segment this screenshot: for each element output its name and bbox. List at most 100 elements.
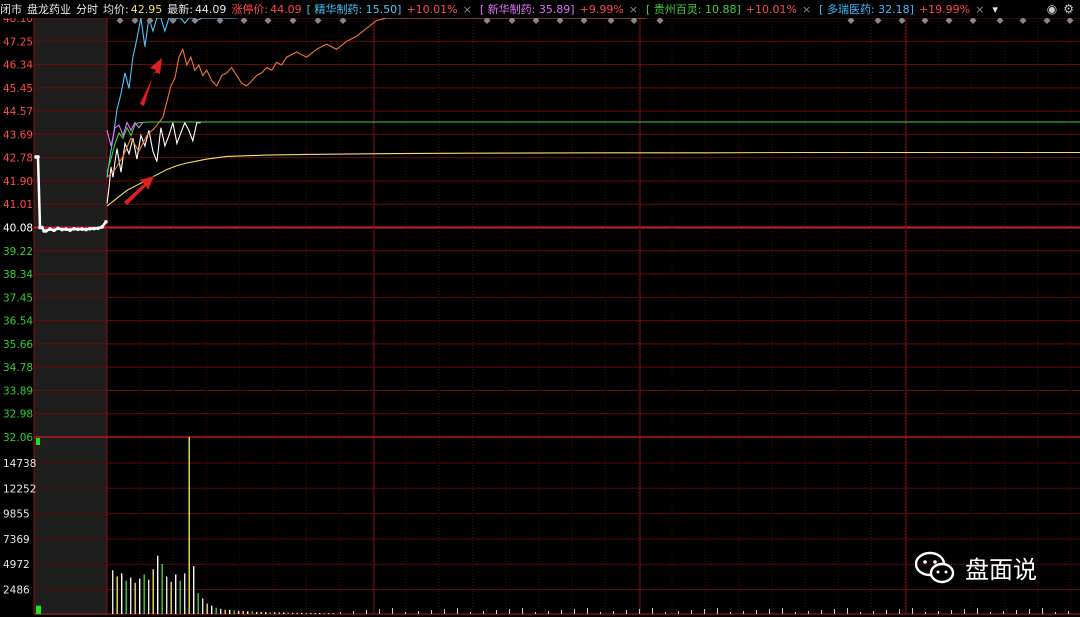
intraday-chart[interactable]: 48.1047.2546.3445.4544.5743.6942.7841.90… [0,0,1080,617]
volume-bar [301,612,303,614]
volume-bar-small [951,610,952,614]
wechat-icon [915,551,955,583]
compare-stock-4-pct: +19.99% [918,2,971,16]
volume-bar-small [769,609,770,614]
volume-bars [36,437,1069,614]
volume-bar-small [795,612,796,614]
volume-bar-small [756,610,757,614]
volume-bar-small [1029,609,1030,614]
compare-stock-3-pct: +10.01% [745,2,797,16]
preopen-auction-point [88,227,92,231]
preopen-auction-point [40,225,44,230]
compare-stock-4-close-icon[interactable]: × [975,3,984,16]
compare-stock-1-pct: +10.01% [406,2,458,16]
volume-bar [184,573,186,614]
volume-bar [260,611,262,614]
price-tick-label: 44.57 [3,106,33,118]
red-arrow-lower [124,176,154,205]
compare-stock-1[interactable]: [ 精华制药: 15.50] [307,1,402,17]
price-tick-label: 37.45 [3,292,33,304]
compare-stock-1-close-icon[interactable]: × [463,3,472,16]
volume-bar [287,612,289,614]
volume-bar [296,612,298,614]
volume-bar-small [639,609,640,614]
preopen-volume-bar [36,605,41,614]
volume-bar-small [340,612,341,614]
volume-bar-small [353,611,354,614]
volume-bar [211,605,213,614]
volume-bar-small [691,610,692,614]
red-arrow-upper [140,58,162,106]
stock-name[interactable]: 盘龙药业 [27,1,71,17]
price-tick-label: 38.34 [3,269,33,281]
series-line-avg-1 [106,151,1080,207]
volume-bar [310,612,312,614]
volume-bar-small [379,609,380,614]
volume-bar-small [535,612,536,614]
mode-label[interactable]: 分时 [76,1,98,17]
volume-bar [152,569,154,614]
price-tick-label: 41.01 [3,199,33,211]
volume-bar [112,570,114,614]
volume-bar-small [834,609,835,614]
compare-stock-3[interactable]: [ 贵州百灵: 10.88] [646,1,741,17]
volume-bar [215,607,217,614]
price-axis: 48.1047.2546.3445.4544.5743.6942.7841.90… [3,13,33,444]
volume-bar [202,598,204,614]
gear-icon[interactable]: ⚙ [1063,2,1074,16]
volume-bar-small [899,609,900,614]
compare-stock-4[interactable]: [ 多瑞医药: 32.18] [819,1,914,17]
price-tick-label: 33.89 [3,385,33,397]
volume-bar [179,580,181,614]
volume-bar [148,579,150,614]
volume-bar-small [821,610,822,614]
preopen-area [34,18,107,615]
preopen-auction-point [80,227,84,231]
volume-bar [332,613,334,614]
volume-bar-small [678,611,679,614]
compare-stock-2-close-icon[interactable]: × [629,3,638,16]
volume-bar [247,611,249,614]
volume-bar-small [574,609,575,614]
volume-bar [269,612,271,614]
price-tick-label: 39.22 [3,246,33,258]
volume-bar-small [665,612,666,614]
volume-bar-small [925,612,926,614]
volume-bar-small [626,610,627,614]
volume-tick-label: 9855 [3,509,30,521]
compare-stock-3-close-icon[interactable]: × [802,3,811,16]
price-tick-label: 34.78 [3,362,33,374]
volume-bar-small [483,611,484,614]
volume-bar [197,593,199,614]
volume-bar-small [912,608,913,614]
volume-bar [242,610,244,614]
preopen-auction-point [104,219,108,224]
volume-bar-small [1068,611,1069,614]
eye-icon[interactable]: ◉ [1047,2,1057,16]
volume-bar [188,437,190,614]
volume-bar-small [392,608,393,614]
price-tick-label: 46.34 [3,60,33,72]
price-tick-label: 45.45 [3,83,33,95]
volume-bar-small [652,608,653,614]
volume-bar-small [405,612,406,614]
preopen-auction-point [100,225,104,229]
price-tick-label: 40.08 [3,223,33,235]
volume-bar-small [977,608,978,614]
volume-bar [206,603,208,614]
limit-up-value: 44.09 [270,2,302,16]
volume-bar [121,573,123,614]
volume-bar [130,577,132,614]
volume-bar-small [587,608,588,614]
compare-stock-2[interactable]: [ 新华制药: 35.89] [480,1,575,17]
volume-bar-small [730,612,731,614]
dropdown-menu-icon[interactable]: ▾ [992,3,998,16]
preopen-auction-point [56,226,60,231]
volume-bar [274,612,276,614]
preopen-auction-point [92,226,96,231]
volume-bar-small [613,611,614,614]
volume-bar [125,580,127,614]
volume-bar [166,576,168,614]
price-tick-label: 41.90 [3,176,33,188]
volume-bar [224,609,226,614]
